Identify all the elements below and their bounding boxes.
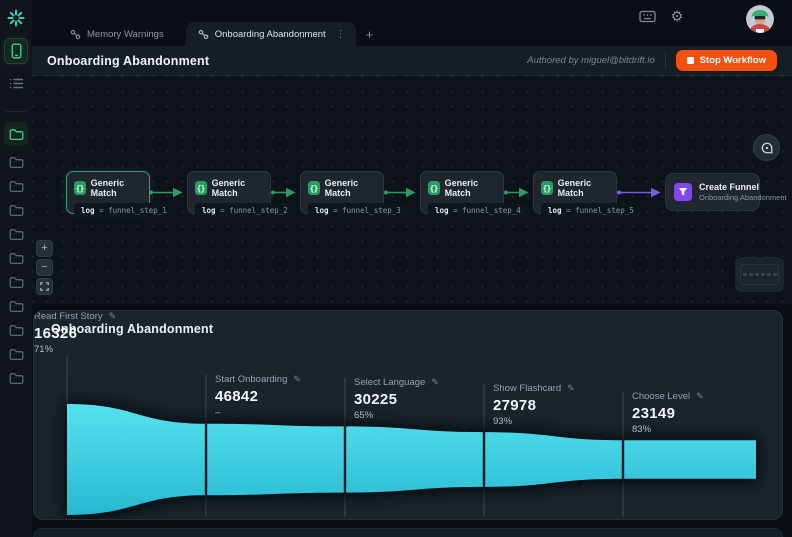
braces-icon: {} xyxy=(428,181,440,195)
step-value: 23149 xyxy=(632,405,676,422)
funnel-step-3: Show Flashcard ✎ 27978 93% xyxy=(493,383,575,427)
edit-icon[interactable]: ✎ xyxy=(431,377,439,388)
chat-bubble-icon xyxy=(761,142,772,153)
step-value: 46842 xyxy=(215,388,259,405)
folder-icon[interactable] xyxy=(5,155,27,170)
node-generic-match-4[interactable]: {} Generic Match log = funnel_step_4 xyxy=(420,171,528,217)
list-icon xyxy=(9,78,23,88)
step-conversion: 71% xyxy=(34,344,54,355)
phone-icon xyxy=(11,43,22,59)
bitdrift-logo-icon[interactable] xyxy=(5,7,27,29)
workflow-folder-list xyxy=(4,122,28,386)
zoom-in-button[interactable]: + xyxy=(36,240,53,257)
braces-icon: {} xyxy=(541,181,553,195)
step-conversion: 83% xyxy=(632,424,652,435)
braces-icon: {} xyxy=(308,181,320,195)
comments-button[interactable] xyxy=(753,134,780,161)
keyboard-shortcuts-icon[interactable] xyxy=(636,6,658,26)
node-condition: log = funnel_step_5 xyxy=(541,203,641,217)
sidebar-item-devices[interactable] xyxy=(4,38,28,64)
folder-icon[interactable] xyxy=(4,122,28,146)
funnel-step-4: Choose Level ✎ 23149 83% xyxy=(632,391,704,435)
node-condition: log = funnel_step_1 xyxy=(74,203,174,217)
sidebar-item-list[interactable] xyxy=(4,70,28,96)
step-conversion: 93% xyxy=(493,416,513,427)
tab-onboarding-abandonment[interactable]: Onboarding Abandonment ⋮ xyxy=(185,22,356,46)
edit-icon[interactable]: ✎ xyxy=(696,391,704,402)
settings-gear-icon[interactable]: ⚙ xyxy=(666,6,688,26)
edit-icon[interactable]: ✎ xyxy=(567,383,575,394)
authored-by-text: Authored by miguel@bitdrift.io xyxy=(527,55,655,66)
folder-icon[interactable] xyxy=(5,347,27,362)
node-generic-match-2[interactable]: {} Generic Match log = funnel_step_2 xyxy=(187,171,295,217)
tab-label: Memory Warnings xyxy=(87,28,164,40)
sidebar xyxy=(0,0,32,537)
workflow-header: Onboarding Abandonment Authored by migue… xyxy=(32,46,792,76)
funnel-step-1: Start Onboarding ✎ 46842 – xyxy=(215,374,301,418)
new-tab-button[interactable]: + xyxy=(356,22,384,46)
folder-icon[interactable] xyxy=(5,203,27,218)
funnel-step-5: Read First Story ✎ 16326 71% xyxy=(34,311,117,355)
funnel-results-panel: Onboarding Abandonment Start Onboarding ✎… xyxy=(33,310,783,520)
edit-icon[interactable]: ✎ xyxy=(109,311,117,322)
canvas-minimap[interactable] xyxy=(735,257,784,292)
node-generic-match-5[interactable]: {} Generic Match log = funnel_step_5 xyxy=(533,171,641,217)
folder-icon[interactable] xyxy=(5,371,27,386)
page-title: Onboarding Abandonment xyxy=(47,53,210,68)
workflow-canvas[interactable]: {} Generic Match log = funnel_step_1 {} … xyxy=(32,76,792,304)
node-condition: log = funnel_step_4 xyxy=(428,203,528,217)
node-create-funnel[interactable]: Create Funnel Onboarding Abandonment xyxy=(665,173,787,211)
stop-icon xyxy=(686,57,694,64)
folder-icon[interactable] xyxy=(5,179,27,194)
header-divider xyxy=(664,51,666,70)
funnel-step-2: Select Language ✎ 30225 65% xyxy=(354,377,439,421)
node-generic-match-3[interactable]: {} Generic Match log = funnel_step_3 xyxy=(300,171,408,217)
canvas-zoom-controls: + − xyxy=(36,240,53,295)
funnel-icon xyxy=(674,183,692,201)
step-value: 16326 xyxy=(34,325,78,342)
app-window: ⚙ Memory Warnings Onboarding Abandonment… xyxy=(0,0,792,537)
avatar[interactable] xyxy=(746,5,774,33)
sidebar-divider xyxy=(6,111,26,112)
workflow-icon xyxy=(198,29,209,39)
workflow-icon xyxy=(70,29,81,39)
folder-icon[interactable] xyxy=(5,227,27,242)
zoom-fit-button[interactable] xyxy=(36,278,53,295)
folder-icon[interactable] xyxy=(5,251,27,266)
braces-icon: {} xyxy=(195,181,207,195)
tab-label: Onboarding Abandonment xyxy=(214,28,326,40)
step-value: 30225 xyxy=(354,391,398,408)
node-condition: log = funnel_step_3 xyxy=(308,203,408,217)
tab-strip: Memory Warnings Onboarding Abandonment ⋮… xyxy=(58,22,383,46)
tab-memory-warnings[interactable]: Memory Warnings xyxy=(58,22,176,46)
topbar: ⚙ Memory Warnings Onboarding Abandonment… xyxy=(32,0,792,46)
fit-screen-icon xyxy=(40,282,49,291)
stop-workflow-button[interactable]: Stop Workflow xyxy=(675,50,777,71)
tab-menu-kebab-icon[interactable]: ⋮ xyxy=(332,29,350,40)
node-condition: log = funnel_step_2 xyxy=(195,203,295,217)
folder-icon[interactable] xyxy=(5,323,27,338)
step-conversion: – xyxy=(215,407,221,418)
next-section-panel xyxy=(33,528,783,537)
node-generic-match-1[interactable]: {} Generic Match log = funnel_step_1 xyxy=(66,171,174,217)
zoom-out-button[interactable]: − xyxy=(36,259,53,276)
step-conversion: 65% xyxy=(354,410,374,421)
folder-icon[interactable] xyxy=(5,299,27,314)
step-value: 27978 xyxy=(493,397,537,414)
folder-icon[interactable] xyxy=(5,275,27,290)
braces-icon: {} xyxy=(74,181,86,195)
edit-icon[interactable]: ✎ xyxy=(293,374,301,385)
